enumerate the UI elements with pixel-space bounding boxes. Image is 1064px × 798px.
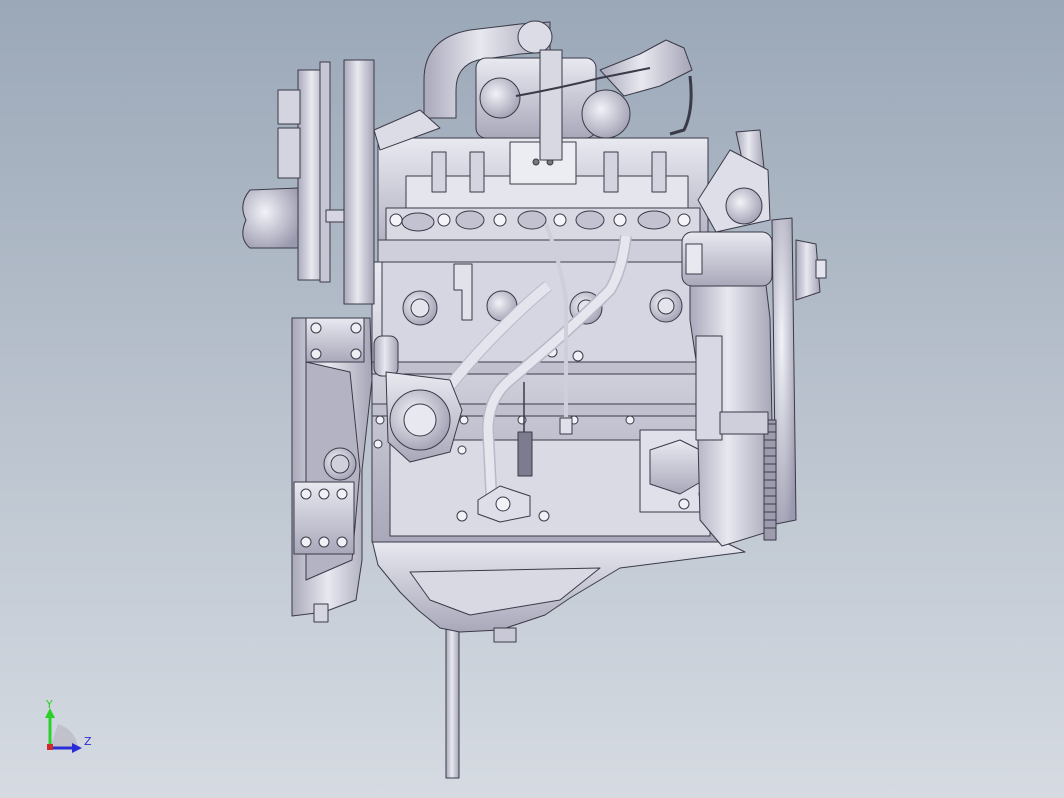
bolt <box>310 322 322 334</box>
thermostat-arm <box>373 335 399 377</box>
engine-model-view[interactable]: Y Z <box>0 0 1064 798</box>
bolt <box>318 488 330 500</box>
alternator-pulley <box>685 243 703 275</box>
cad-graphics-viewport[interactable]: Y Z <box>0 0 1064 798</box>
dipstick-tube[interactable] <box>445 627 460 779</box>
pipe-flange <box>517 20 553 54</box>
ring-gear <box>763 419 777 541</box>
bolt <box>336 536 348 548</box>
throttle-hole <box>532 158 540 166</box>
thermostat-outlet-inner <box>403 403 437 437</box>
accessory-plate[interactable] <box>343 59 375 305</box>
housing-boss-inner <box>330 454 350 474</box>
pump-housing[interactable] <box>242 187 299 249</box>
bolt <box>310 348 322 360</box>
bolt <box>350 348 362 360</box>
bolt <box>300 488 312 500</box>
line-clamp <box>559 417 573 435</box>
tensioner-bracket[interactable] <box>695 335 723 441</box>
belt-guard <box>719 411 769 435</box>
pump-face <box>277 89 301 125</box>
triad-y-label: Y <box>45 698 53 711</box>
block-rail <box>371 361 721 375</box>
oil-pressure-sensor[interactable] <box>517 431 533 477</box>
pump-bracket <box>319 61 331 283</box>
housing-foot <box>313 603 329 623</box>
turbo-support-bracket <box>539 49 563 161</box>
oil-outlet-port <box>495 496 511 512</box>
turbo-wheel[interactable] <box>479 77 521 119</box>
core-plug-inner <box>410 298 430 318</box>
bolt <box>300 536 312 548</box>
core-plug-inner <box>657 297 675 315</box>
bolt <box>678 498 690 510</box>
air-filter-canister[interactable] <box>581 89 631 139</box>
head-gasket-line <box>377 239 709 263</box>
bolt <box>318 536 330 548</box>
bolt <box>350 322 362 334</box>
pulley-nose <box>815 259 827 279</box>
triad-z-label: Z <box>84 735 92 748</box>
triad-x-stub <box>47 744 53 750</box>
bolt <box>336 488 348 500</box>
pump-stud <box>325 209 345 223</box>
pump-face <box>277 127 301 179</box>
idler-pulley[interactable] <box>725 187 763 225</box>
drain-plug[interactable] <box>493 627 517 643</box>
